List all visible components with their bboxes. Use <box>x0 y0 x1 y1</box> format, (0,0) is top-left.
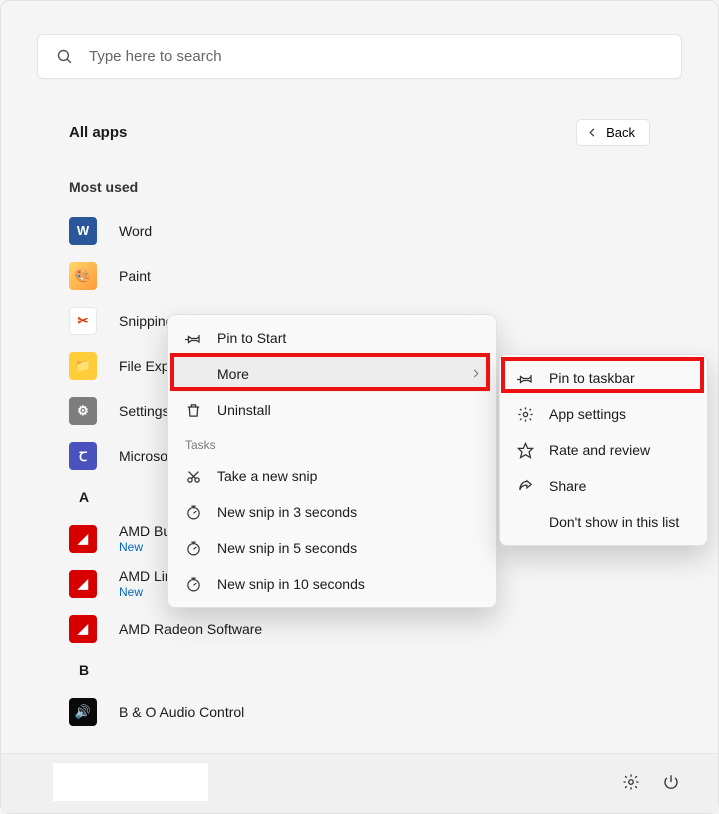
ctx-app-settings[interactable]: App settings <box>505 396 702 432</box>
settings-icon[interactable] <box>622 773 640 794</box>
app-word[interactable]: W Word <box>69 208 650 253</box>
search-box[interactable] <box>37 34 682 79</box>
ctx-take-new-snip[interactable]: Take a new snip <box>173 458 491 494</box>
ctx-uninstall[interactable]: Uninstall <box>173 392 491 428</box>
ctx-more[interactable]: More <box>173 356 491 392</box>
trash-icon <box>183 402 203 419</box>
speaker-icon: 🔊 <box>69 698 97 726</box>
gear-icon <box>515 406 535 423</box>
back-label: Back <box>606 125 635 140</box>
start-menu-window: All apps Back Most used W Word 🎨 Paint ✂… <box>0 0 719 814</box>
ctx-rate-review[interactable]: Rate and review <box>505 432 702 468</box>
gear-icon: ⚙ <box>69 397 97 425</box>
paint-icon: 🎨 <box>69 262 97 290</box>
amd-icon: ◢ <box>69 570 97 598</box>
scissors-icon: ✂ <box>69 307 97 335</box>
app-amd-radeon-software[interactable]: ◢ AMD Radeon Software <box>69 606 650 651</box>
app-bo-audio-control[interactable]: 🔊 B & O Audio Control <box>69 689 650 734</box>
app-paint[interactable]: 🎨 Paint <box>69 253 650 298</box>
context-menu-more-submenu: Pin to taskbar App settings Rate and rev… <box>499 354 708 546</box>
ctx-snip-10s[interactable]: New snip in 10 seconds <box>173 566 491 602</box>
ctx-snip-3s[interactable]: New snip in 3 seconds <box>173 494 491 530</box>
ctx-dont-show[interactable]: Don't show in this list <box>505 504 702 540</box>
folder-icon: 📁 <box>69 352 97 380</box>
search-input[interactable] <box>89 48 663 65</box>
pin-icon <box>515 370 535 387</box>
all-apps-header: All apps Back <box>69 119 650 146</box>
back-button[interactable]: Back <box>576 119 650 146</box>
start-footer <box>1 753 718 813</box>
timer-3-icon <box>183 504 203 521</box>
most-used-label: Most used <box>69 179 138 195</box>
power-icon[interactable] <box>662 773 680 794</box>
amd-icon: ◢ <box>69 525 97 553</box>
ctx-pin-to-start[interactable]: Pin to Start <box>173 320 491 356</box>
ctx-pin-to-taskbar[interactable]: Pin to taskbar <box>505 360 702 396</box>
all-apps-title: All apps <box>69 124 127 141</box>
share-icon <box>515 478 535 495</box>
tasks-label: Tasks <box>173 428 491 458</box>
pin-icon <box>183 330 203 347</box>
letter-header-b[interactable]: B <box>69 651 650 689</box>
context-menu-primary: Pin to Start More Uninstall Tasks Take a… <box>167 314 497 608</box>
search-icon <box>56 48 73 65</box>
snip-icon <box>183 468 203 485</box>
timer-10-icon <box>183 576 203 593</box>
ctx-snip-5s[interactable]: New snip in 5 seconds <box>173 530 491 566</box>
chevron-left-icon <box>587 127 598 138</box>
timer-5-icon <box>183 540 203 557</box>
amd-icon: ◢ <box>69 615 97 643</box>
star-icon <box>515 442 535 459</box>
user-account-area[interactable] <box>53 763 208 801</box>
word-icon: W <box>69 217 97 245</box>
ctx-share[interactable]: Share <box>505 468 702 504</box>
chevron-right-icon <box>470 366 481 382</box>
teams-icon: Ꞇ <box>69 442 97 470</box>
